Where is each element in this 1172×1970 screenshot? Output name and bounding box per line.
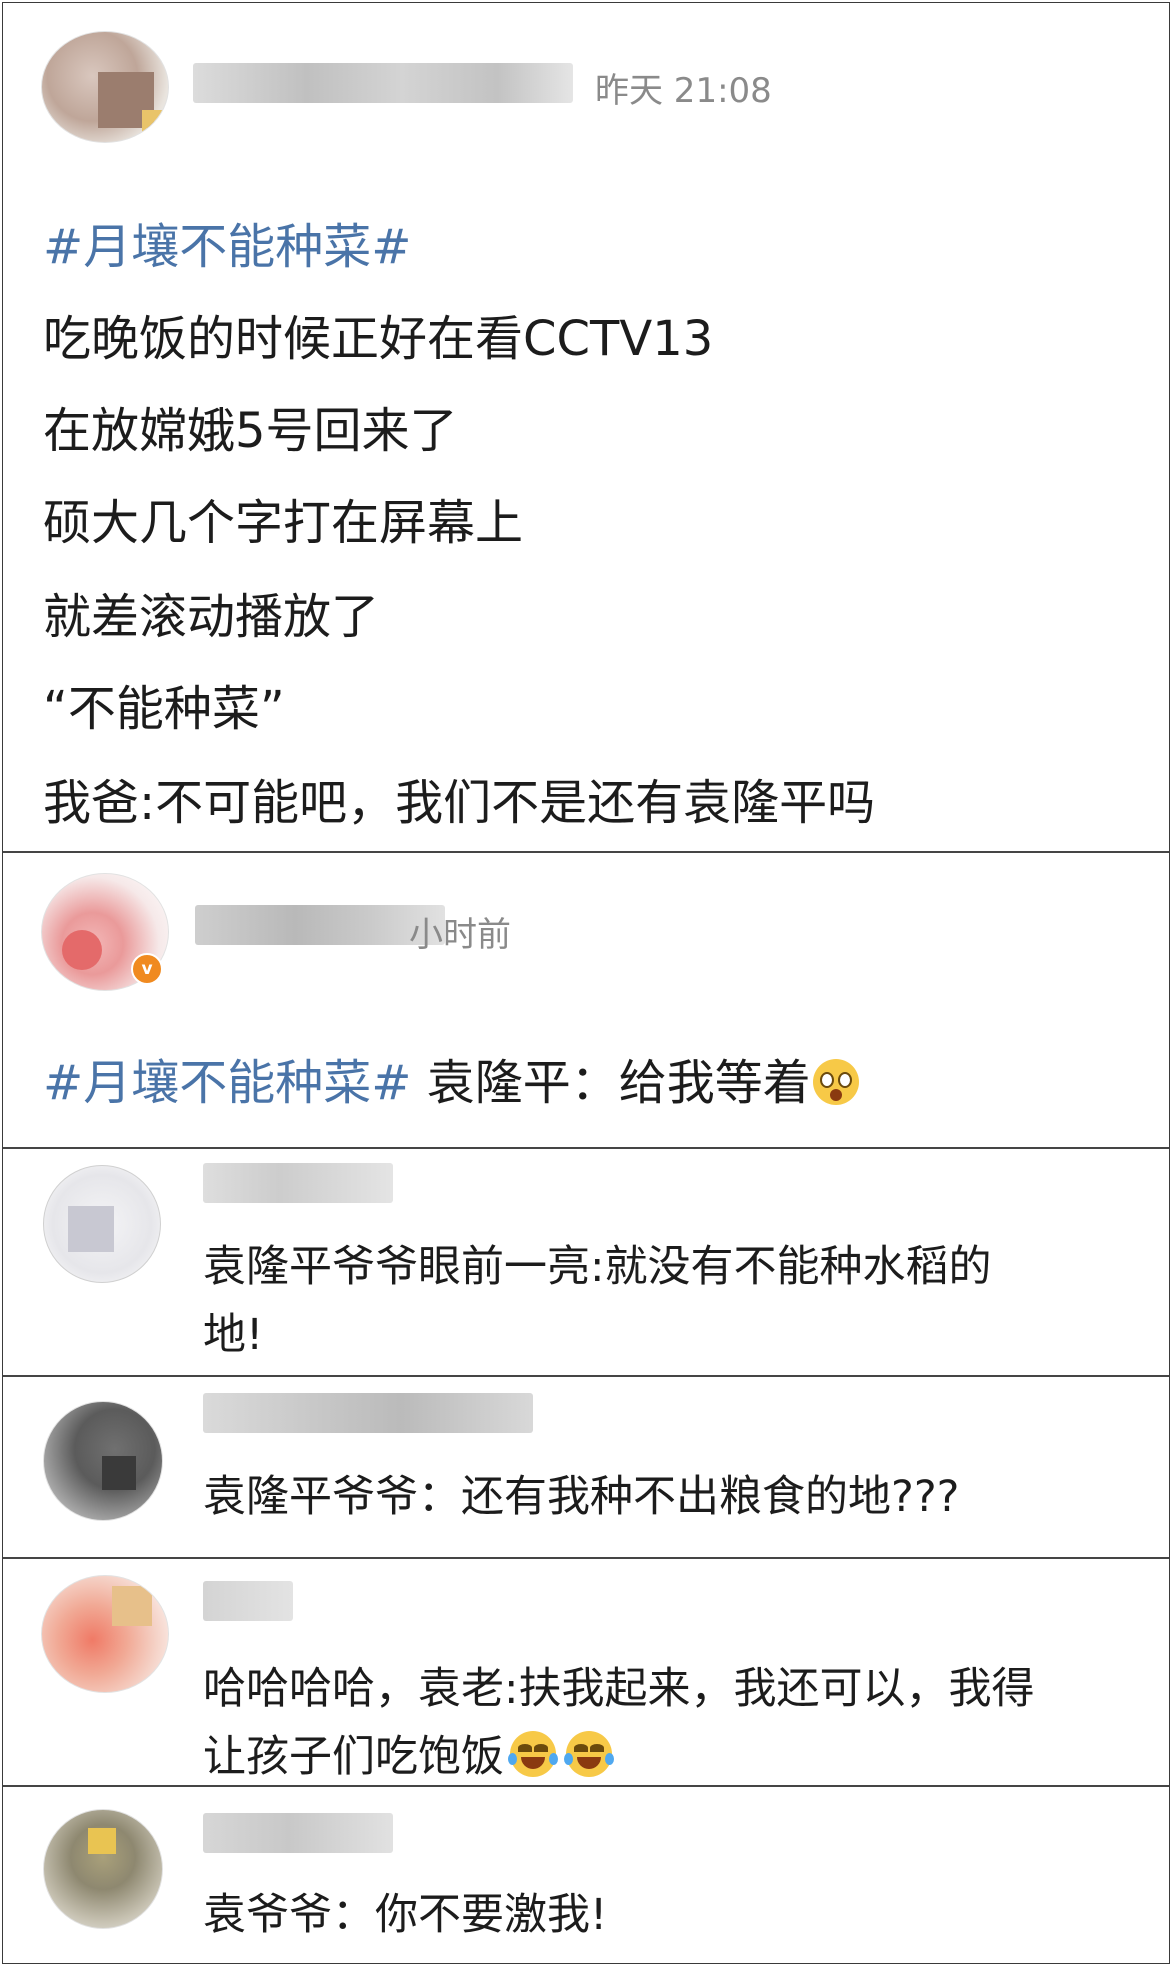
- avatar[interactable]: [43, 1809, 163, 1929]
- post-body: #月壤不能种菜# 袁隆平：给我等着: [43, 1053, 859, 1113]
- reply-item: 袁爷爷：你不要激我!: [3, 1787, 1169, 1963]
- reply-text-line: 袁隆平爷爷：还有我种不出粮食的地???: [203, 1472, 960, 1522]
- avatar[interactable]: [41, 1575, 169, 1693]
- avatar[interactable]: [43, 1401, 163, 1521]
- post-text-line: 硕大几个字打在屏幕上: [43, 495, 524, 551]
- avatar[interactable]: [41, 31, 169, 143]
- username-blurred[interactable]: [203, 1813, 393, 1853]
- verified-badge-icon: v: [131, 953, 163, 985]
- username-blurred[interactable]: [203, 1163, 393, 1203]
- post-timestamp: 小时前: [409, 915, 511, 955]
- reply-text-line: 让孩子们吃饱饭: [203, 1723, 614, 1791]
- tears-of-joy-icon: [564, 1731, 614, 1777]
- topic-hashtag[interactable]: #月壤不能种菜#: [43, 217, 411, 277]
- comment-screenshot: 昨天 21:08 #月壤不能种菜# 吃晚饭的时候正好在看CCTV13 在放嫦娥5…: [2, 2, 1170, 1964]
- post-text: 袁隆平：给我等着: [411, 1055, 811, 1111]
- username-blurred[interactable]: [203, 1393, 533, 1433]
- weibo-post: v 小时前 #月壤不能种菜# 袁隆平：给我等着: [3, 853, 1169, 1149]
- post-text-line: 就差滚动播放了: [43, 589, 380, 645]
- weibo-post: 昨天 21:08 #月壤不能种菜# 吃晚饭的时候正好在看CCTV13 在放嫦娥5…: [3, 3, 1169, 853]
- post-text-line: 我爸:不可能吧，我们不是还有袁隆平吗: [43, 775, 876, 831]
- dizzy-face-icon: [812, 1059, 859, 1105]
- reply-text-line: 哈哈哈哈，袁老:扶我起来，我还可以，我得: [203, 1664, 1035, 1714]
- username-blurred[interactable]: [203, 1581, 293, 1621]
- reply-item: 袁隆平爷爷：还有我种不出粮食的地???: [3, 1377, 1169, 1559]
- username-blurred[interactable]: [193, 63, 573, 103]
- topic-hashtag[interactable]: #月壤不能种菜#: [43, 1055, 411, 1111]
- tears-of-joy-icon: [508, 1731, 558, 1777]
- post-timestamp: 昨天 21:08: [595, 71, 772, 111]
- avatar[interactable]: [43, 1165, 161, 1283]
- reply-item: 袁隆平爷爷眼前一亮:就没有不能种水稻的 地!: [3, 1149, 1169, 1377]
- reply-text-line: 地!: [203, 1310, 264, 1360]
- reply-item: 哈哈哈哈，袁老:扶我起来，我还可以，我得 让孩子们吃饱饭: [3, 1559, 1169, 1787]
- post-text-line: 在放嫦娥5号回来了: [43, 403, 458, 459]
- reply-text-line: 袁隆平爷爷眼前一亮:就没有不能种水稻的: [203, 1242, 992, 1292]
- reply-text-line: 袁爷爷：你不要激我!: [203, 1890, 608, 1940]
- post-text-line: 吃晚饭的时候正好在看CCTV13: [43, 311, 714, 367]
- reply-text: 让孩子们吃饱饭: [203, 1732, 504, 1782]
- username-blurred[interactable]: [195, 905, 445, 945]
- post-text-line: “不能种菜”: [43, 681, 285, 737]
